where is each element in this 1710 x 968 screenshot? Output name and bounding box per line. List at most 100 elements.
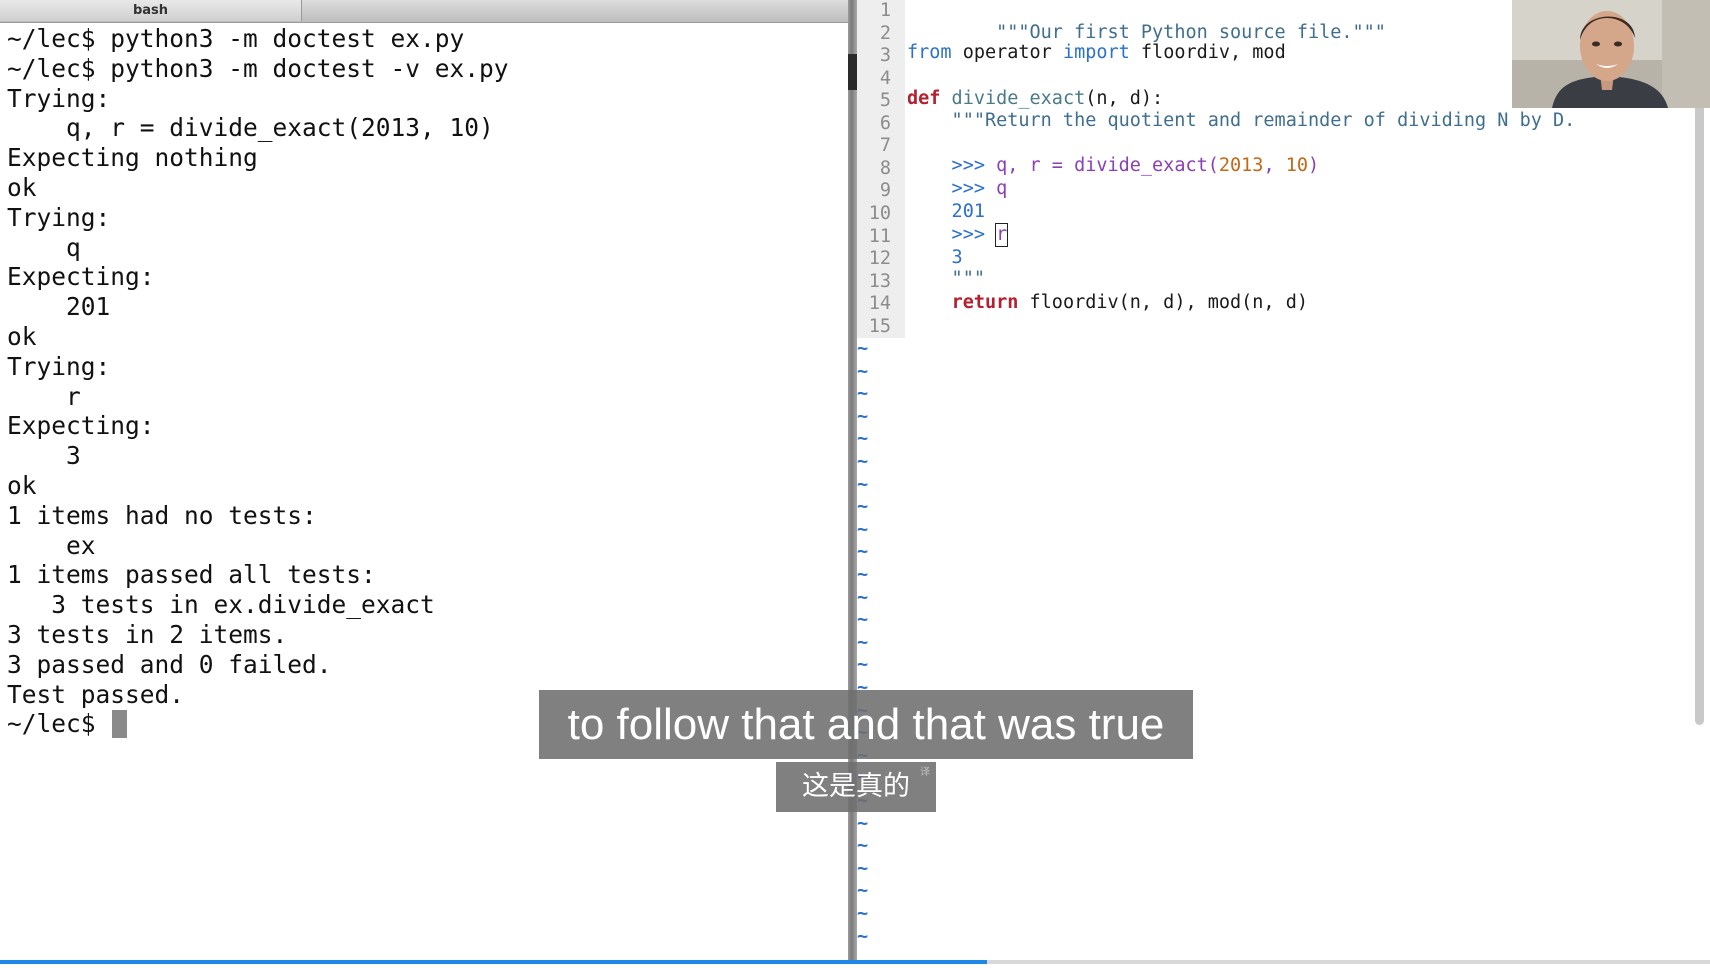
code-area[interactable]: """Our first Python source file.""" from… (907, 0, 1575, 313)
doctest-code: q (996, 178, 1008, 199)
terminal-line: 3 (7, 441, 81, 471)
empty-line-tilde: ~ (857, 451, 869, 472)
terminal-prompt: ~/lec$ (7, 709, 96, 739)
code-line-9: >>> q (907, 178, 1008, 200)
terminal-line: 1 items passed all tests: (7, 560, 376, 590)
code-line-5: def divide_exact(n, d): (907, 88, 1163, 110)
keyword-import: import (1062, 42, 1130, 63)
editor-cursor[interactable]: r (995, 223, 1009, 247)
line-number: 4 (879, 67, 891, 89)
line-number: 14 (868, 293, 891, 315)
terminal-prompt-line[interactable]: ~/lec$ (7, 709, 509, 739)
keyword-from: from (907, 42, 952, 63)
line-number: 15 (868, 315, 891, 337)
terminal-output: ~/lec$ python3 -m doctest ex.py ~/lec$ py… (7, 24, 509, 739)
terminal-line: ok (7, 172, 37, 202)
subtitle-chinese-text: 这是真的 (802, 771, 910, 802)
terminal-line: q, r = divide_exact(2013, 10) (7, 113, 494, 143)
code-line-8: >>> q, r = divide_exact(2013, 10) (907, 155, 1320, 177)
return-expression: floordiv(n, d), mod(n, d) (1018, 292, 1308, 313)
line-number: 11 (868, 225, 891, 247)
line-number: 7 (879, 135, 891, 157)
line-number: 9 (879, 180, 891, 202)
doctest-prompt: >>> (907, 155, 997, 176)
line-number: 1 (879, 0, 891, 21)
empty-line-tilde: ~ (857, 903, 869, 924)
terminal-line: ok (7, 321, 37, 351)
video-progress-bar[interactable] (0, 960, 1710, 964)
presenter-photo (1512, 0, 1710, 108)
code-line-13: """ (907, 268, 985, 290)
editor-scrollbar[interactable] (1695, 95, 1704, 725)
empty-line-tilde: ~ (857, 564, 869, 585)
keyword-return: return (951, 292, 1019, 313)
doctest-expected: 3 (907, 247, 963, 268)
subtitle-english: to follow that and that was true (539, 690, 1193, 759)
code-line-12: 3 (907, 247, 963, 269)
line-number: 8 (879, 157, 891, 179)
terminal-line: 201 (7, 292, 111, 322)
empty-line-tilde: ~ (857, 496, 869, 518)
terminal-line: Trying: (7, 351, 111, 381)
terminal-cursor (111, 710, 127, 739)
empty-line-tilde: ~ (857, 428, 869, 450)
terminal-line: Trying: (7, 83, 111, 113)
terminal-tab-bar: bash (0, 0, 850, 23)
doctest-prompt: >>> (907, 224, 997, 245)
subtitle-chinese: 这是真的 译 (776, 762, 936, 812)
empty-line-tilde: ~ (857, 383, 869, 405)
empty-line-tilde: ~ (857, 631, 869, 653)
vim-editor-pane[interactable]: 1 2 3 4 5 6 7 8 9 10 11 12 13 14 15 """Our first Pytho… (857, 0, 1710, 960)
keyword-def: def (907, 88, 941, 109)
code-line-10: 201 (907, 201, 985, 223)
empty-line-tilde: ~ (857, 518, 869, 540)
empty-line-tilde: ~ (857, 857, 869, 879)
terminal-line: Trying: (7, 202, 111, 232)
terminal-line: Test passed. (7, 679, 185, 709)
terminal-line: r (7, 381, 81, 411)
line-number: 2 (879, 22, 891, 44)
terminal-line: 3 tests in ex.divide_exact (7, 590, 435, 620)
doctest-number: 2013 (1218, 155, 1264, 176)
lecture-video-frame: bash ~/lec$ python3 -m doctest ex.py ~/le… (0, 0, 1710, 968)
empty-line-tilde: ~ (857, 812, 869, 834)
line-number-gutter: 1 2 3 4 5 6 7 8 9 10 11 12 13 14 15 (857, 0, 905, 338)
doctest-code: q, r = divide_exact( (996, 155, 1219, 176)
empty-line-tilde: ~ (857, 609, 869, 631)
terminal-line: 3 passed and 0 failed. (7, 649, 332, 679)
terminal-line: Expecting: (7, 262, 155, 292)
empty-line-tilde: ~ (857, 880, 869, 902)
code-line-11: >>> r (907, 223, 1009, 247)
empty-line-tilde: ~ (857, 473, 869, 495)
line-number: 6 (879, 112, 891, 134)
line-number: 13 (868, 270, 891, 292)
line-number: 5 (879, 90, 891, 112)
terminal-line: ~/lec$ python3 -m doctest ex.py (7, 24, 465, 53)
terminal-tab-bash[interactable]: bash (0, 0, 302, 21)
code-line-6: """Return the quotient and remainder of … (907, 110, 1576, 132)
empty-line-tilde: ~ (857, 835, 869, 857)
empty-line-tilde: ~ (857, 586, 869, 608)
terminal-pane[interactable]: bash ~/lec$ python3 -m doctest ex.py ~/le… (0, 0, 851, 960)
line-number: 3 (879, 45, 891, 67)
doctest-close: ) (1308, 155, 1320, 176)
doctest-number: 10 (1285, 155, 1308, 176)
presenter-webcam (1512, 0, 1710, 108)
doctest-prompt: >>> (907, 178, 997, 199)
function-params: (n, d): (1085, 88, 1164, 109)
line-number: 10 (868, 202, 891, 224)
terminal-line: Expecting nothing (7, 143, 258, 173)
module-name: operator (951, 42, 1063, 63)
terminal-line: ok (7, 470, 37, 500)
terminal-line: Expecting: (7, 411, 155, 441)
code-line-1: """Our first Python source file.""" (907, 0, 1386, 43)
empty-line-tilde: ~ (857, 338, 869, 359)
function-name: divide_exact (940, 88, 1086, 109)
empty-line-tilde: ~ (857, 360, 869, 382)
code-line-3: from operator import floordiv, mod (907, 42, 1286, 64)
terminal-line: q (7, 232, 81, 262)
empty-line-tilde: ~ (857, 925, 869, 947)
empty-line-tilde: ~ (857, 541, 869, 563)
empty-line-tilde: ~ (857, 405, 869, 427)
